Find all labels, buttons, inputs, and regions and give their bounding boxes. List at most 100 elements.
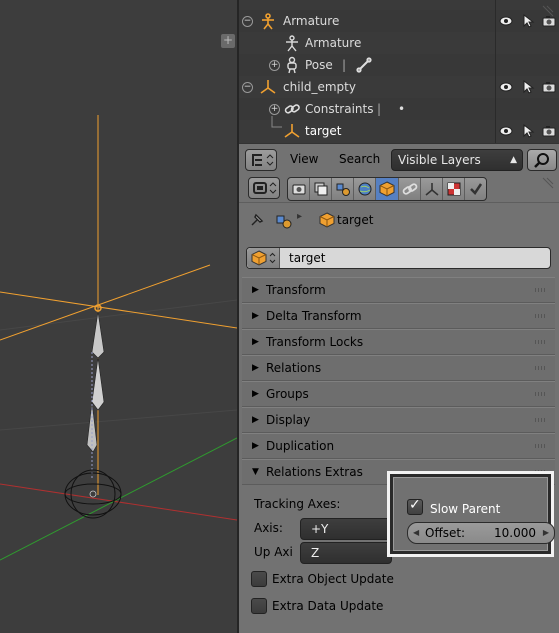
search-button[interactable] [527,149,557,171]
object-name-field[interactable]: target [246,247,551,269]
collapsed-triangle-icon: ▶ [252,415,259,425]
eye-icon[interactable] [498,79,514,95]
area-corner-icon[interactable] [541,176,555,190]
up-axis-value: Z [311,546,320,560]
up-axis-select[interactable]: Z [300,542,392,564]
outliner-row[interactable]: + Pose | [239,54,559,76]
panel-duplication[interactable]: ▶ Duplication [242,433,555,459]
eye-icon[interactable] [498,123,514,139]
object-cube-icon [251,250,276,266]
outliner-row[interactable]: Armature [239,32,559,54]
arrow-left-icon[interactable]: ◀ [413,523,419,543]
panel-title: Relations [266,361,322,375]
outliner-row[interactable]: + Constraints | • [239,98,559,120]
tab-constraints-icon[interactable] [399,178,421,200]
tab-world-icon[interactable] [354,178,377,200]
tab-data-icon[interactable] [443,178,465,200]
axis-label: Axis: [254,521,283,535]
track-axis-select[interactable]: +Y [300,518,392,540]
editor-type-button[interactable] [245,149,277,171]
drag-grip-icon[interactable] [535,444,547,448]
outliner-label-selected: target [305,124,342,138]
eye-icon[interactable] [498,13,514,29]
panel-display[interactable]: ▶ Display [242,407,555,433]
outliner-icon [252,154,274,166]
expand-icon[interactable]: + [269,104,280,115]
object-browse-button[interactable] [247,248,280,268]
properties-header [239,174,559,203]
collapse-icon[interactable]: − [242,82,253,93]
extra-data-update-checkbox[interactable] [251,598,267,614]
panel-groups[interactable]: ▶ Groups [242,381,555,407]
panel-title: Relations Extras [266,465,363,479]
separator: | [342,58,347,72]
constraints-icon [402,183,417,195]
tab-texture-icon[interactable] [465,178,486,200]
drag-grip-icon[interactable] [535,366,547,370]
editor-type-button[interactable] [248,177,280,199]
slow-parent-group: Slow Parent ◀ Offset: 10.000 ▶ [393,477,555,551]
drag-grip-icon[interactable] [535,340,547,344]
object-cube-icon [319,212,335,228]
empty-icon [284,124,300,138]
bullet: • [398,102,406,116]
drag-grip-icon[interactable] [535,288,547,292]
tab-render-icon[interactable] [288,178,311,200]
area-corner-icon[interactable] [541,4,555,18]
outliner-label: Armature [283,14,340,28]
tab-render-layers-icon[interactable] [310,178,333,200]
render-layers-icon [314,182,328,196]
cursor-icon[interactable] [520,13,536,29]
scene-icon [336,183,351,196]
tab-scene-icon[interactable] [332,178,355,200]
panel-title: Display [266,413,311,427]
expanded-triangle-icon: ▼ [252,467,259,477]
expand-icon[interactable]: + [269,60,280,71]
panel-transform[interactable]: ▶ Transform [242,277,555,303]
slow-parent-checkbox[interactable] [407,497,423,515]
bone-icon[interactable] [356,57,372,73]
panel-title: Duplication [266,439,335,453]
view-menu[interactable]: View [290,148,318,170]
collapse-icon[interactable]: − [242,16,253,27]
drag-grip-icon[interactable] [535,418,547,422]
camera-icon[interactable] [541,79,557,95]
world-icon [358,182,372,196]
panel-transform-locks[interactable]: ▶ Transform Locks [242,329,555,355]
3d-viewport[interactable]: + [0,0,237,633]
bone [91,357,105,411]
plus-icon[interactable]: + [221,34,235,48]
search-icon [534,153,549,168]
panel-relations[interactable]: ▶ Relations [242,355,555,381]
slow-parent-highlight: Slow Parent ◀ Offset: 10.000 ▶ [387,471,555,557]
empty-axis-y [0,264,211,341]
pose-icon [287,56,297,74]
extra-object-update-checkbox[interactable] [251,571,267,587]
cursor-icon[interactable] [520,79,536,95]
slow-parent-label: Slow Parent [430,502,501,516]
search-menu[interactable]: Search [339,148,380,170]
object-name-value: target [289,251,326,265]
grid-line [0,299,237,331]
collapsed-triangle-icon: ▶ [252,337,259,347]
panel-delta-transform[interactable]: ▶ Delta Transform [242,303,555,329]
chevron-right-icon: ▸ [297,211,303,222]
outliner-label: child_empty [283,80,356,94]
tab-object-icon[interactable] [376,178,399,200]
texture-icon [469,183,482,195]
camera-icon[interactable] [541,123,557,139]
outliner-label: Constraints [305,102,374,116]
outliner[interactable]: − Armature Armature + Pose | − child_emp… [239,0,559,143]
tab-modifiers-icon[interactable] [421,178,443,200]
offset-label: Offset: [425,526,466,540]
cursor-icon[interactable] [520,123,536,139]
arrow-right-icon[interactable]: ▶ [543,523,549,543]
pin-icon[interactable] [249,212,265,228]
drag-grip-icon[interactable] [535,314,547,318]
properties-editor: ▸ target target ▶ Transform ▶ Delta Transf… [239,174,559,633]
gizmo-ring [70,469,116,519]
drag-grip-icon[interactable] [535,392,547,396]
slow-parent-offset-field[interactable]: ◀ Offset: 10.000 ▶ [407,522,555,544]
display-mode-select[interactable]: Visible Layers ▲ [391,149,523,171]
scene-icon [276,215,292,229]
